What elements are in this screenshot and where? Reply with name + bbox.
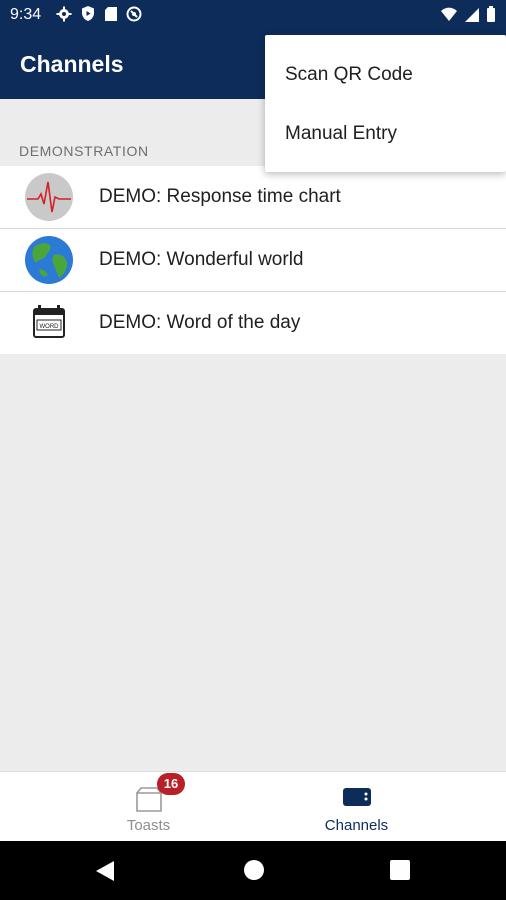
shield-icon xyxy=(80,5,96,27)
tab-label: Channels xyxy=(324,817,389,834)
calendar-word-icon: WORD xyxy=(24,298,74,348)
channel-label: DEMO: Word of the day xyxy=(99,312,301,333)
tab-channels[interactable]: Channels xyxy=(230,772,483,842)
channel-item-word-of-the-day[interactable]: WORD DEMO: Word of the day xyxy=(0,292,506,354)
section-header: DEMONSTRATION xyxy=(19,143,149,159)
channel-label: DEMO: Wonderful world xyxy=(99,249,304,270)
overflow-menu: Scan QR Code Manual Entry xyxy=(265,35,506,172)
menu-item-label: Manual Entry xyxy=(285,123,397,144)
bottom-navigation: Toasts 16 Channels xyxy=(0,771,506,842)
globe-icon xyxy=(24,235,74,285)
battery-icon xyxy=(486,6,496,28)
back-icon[interactable] xyxy=(94,859,116,888)
channel-list-area: DEMONSTRATION DEMO: Response time chart xyxy=(0,99,506,771)
signal-icon xyxy=(464,7,480,28)
channel-item-response-time-chart[interactable]: DEMO: Response time chart xyxy=(0,166,506,229)
wifi-icon xyxy=(440,7,458,28)
menu-item-label: Scan QR Code xyxy=(285,64,413,85)
status-time: 9:34 xyxy=(10,6,42,23)
channel-box-icon xyxy=(341,784,373,815)
menu-item-manual-entry[interactable]: Manual Entry xyxy=(265,105,506,163)
channel-item-wonderful-world[interactable]: DEMO: Wonderful world xyxy=(0,229,506,292)
channel-label: DEMO: Response time chart xyxy=(99,186,341,207)
menu-item-scan-qr-code[interactable]: Scan QR Code xyxy=(265,46,506,104)
recents-icon[interactable] xyxy=(389,859,411,886)
channel-list: DEMO: Response time chart DEMO: Wonderfu… xyxy=(0,166,506,354)
sync-icon xyxy=(126,6,142,27)
sdcard-icon xyxy=(104,6,118,27)
status-bar: 9:34 xyxy=(0,0,506,32)
system-navigation-bar xyxy=(0,841,506,900)
gear-icon xyxy=(56,6,72,27)
home-icon[interactable] xyxy=(243,859,265,886)
notification-badge: 16 xyxy=(157,773,185,795)
page-title: Channels xyxy=(20,51,124,77)
svg-text:WORD: WORD xyxy=(40,324,60,330)
heartbeat-icon xyxy=(24,172,74,222)
